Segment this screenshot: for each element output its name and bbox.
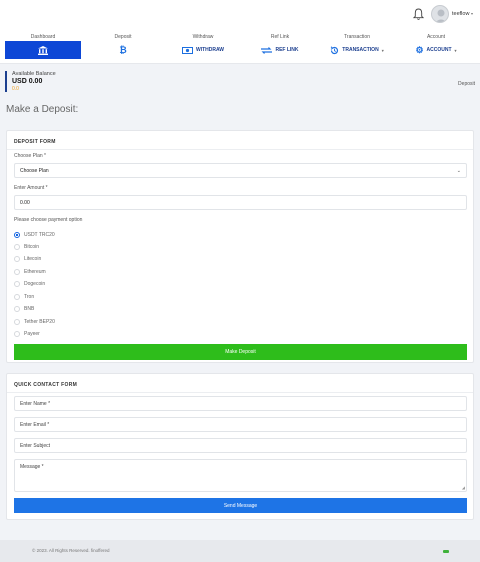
nav-label: ACCOUNT [426, 47, 452, 53]
radio[interactable] [14, 319, 20, 325]
nav-transaction[interactable]: Transaction TRANSACTION ▾ [317, 31, 397, 64]
email-input[interactable]: Enter Email * [14, 417, 467, 432]
name-input[interactable]: Enter Name * [14, 396, 467, 411]
amount-label: Enter Amount * [14, 185, 48, 191]
card-title: DEPOSIT FORM [14, 139, 56, 145]
payment-option[interactable]: Payeer [14, 330, 40, 338]
message-textarea[interactable]: Message * ◢ [14, 459, 467, 492]
money-icon [181, 46, 193, 54]
nav-dashboard-button[interactable] [5, 41, 81, 59]
radio[interactable] [14, 269, 20, 275]
payment-option[interactable]: Litecoin [14, 255, 41, 263]
radio[interactable] [14, 244, 20, 250]
user-menu[interactable]: teeflow ▾ [452, 11, 473, 17]
nav-account[interactable]: Account ⚙ ACCOUNT ▾ [396, 31, 476, 64]
name-placeholder: Enter Name * [20, 400, 51, 407]
payment-option[interactable]: Dogecoin [14, 280, 45, 288]
contact-form-card: QUICK CONTACT FORM Enter Name * Enter Em… [6, 373, 474, 520]
nav-caption: Ref Link [270, 34, 290, 40]
amount-value: 0.00 [20, 199, 30, 206]
nav-ref-link-button[interactable]: REF LINK [242, 41, 318, 59]
payment-option[interactable]: Bitcoin [14, 243, 39, 251]
subject-input[interactable]: Enter Subject [14, 438, 467, 453]
history-icon [330, 45, 339, 54]
chevron-down-icon: ⌄ [456, 168, 461, 174]
nav-label: TRANSACTION [342, 47, 379, 53]
copyright: © 2023. All Rights Reserved. finoffered [32, 548, 110, 553]
option-label: Tron [24, 294, 35, 300]
nav-withdraw[interactable]: Withdraw WITHDRAW [163, 31, 243, 64]
username: teeflow [452, 11, 470, 17]
balance-value: USD 0.00 [12, 78, 43, 85]
payment-option[interactable]: Tether BEP20 [14, 318, 55, 326]
resize-handle-icon[interactable]: ◢ [462, 485, 465, 490]
card-title: QUICK CONTACT FORM [14, 382, 78, 388]
make-deposit-button[interactable]: Make Deposit [14, 344, 467, 360]
transfer-icon [261, 46, 273, 54]
option-label: BNB [24, 306, 35, 312]
nav-caption: Transaction [344, 34, 370, 40]
divider [7, 392, 473, 393]
send-message-button[interactable]: Send Message [14, 498, 467, 513]
avatar[interactable] [431, 5, 449, 23]
payment-option[interactable]: Ethereum [14, 268, 46, 276]
main-nav: Dashboard Deposit ₿ Withdraw WITHDRAW Re… [0, 31, 480, 64]
amount-input[interactable]: 0.00 [14, 195, 467, 210]
email-placeholder: Enter Email * [20, 421, 50, 428]
nav-deposit-button[interactable]: ₿ [85, 41, 161, 59]
nav-label: REF LINK [275, 47, 299, 53]
plan-select[interactable]: Choose Plan ⌄ [14, 163, 467, 178]
radio[interactable] [14, 256, 20, 262]
deposit-form-card: DEPOSIT FORM Choose Plan * Choose Plan ⌄… [6, 130, 474, 363]
gear-icon: ⚙ [415, 44, 424, 55]
user-avatar-icon [435, 9, 447, 22]
nav-label: WITHDRAW [195, 47, 225, 53]
option-label: Tether BEP20 [24, 319, 55, 325]
bitcoin-icon: ₿ [119, 45, 127, 55]
option-label: Payeer [24, 331, 40, 337]
nav-withdraw-button[interactable]: WITHDRAW [165, 41, 241, 59]
option-label: Litecoin [24, 256, 42, 262]
payment-option[interactable]: BNB [14, 305, 34, 313]
nav-deposit[interactable]: Deposit ₿ [83, 31, 163, 64]
chevron-down-icon: ▾ [454, 47, 457, 53]
nav-dashboard[interactable]: Dashboard [3, 31, 83, 64]
status-indicator-icon [443, 550, 449, 553]
radio-selected[interactable] [14, 232, 20, 238]
radio[interactable] [14, 331, 20, 337]
chevron-down-icon: ▾ [470, 11, 473, 16]
nav-ref-link[interactable]: Ref Link REF LINK [240, 31, 320, 64]
payment-label: Please choose payment option [14, 217, 83, 223]
payment-option[interactable]: Tron [14, 293, 34, 301]
balance-label: Available Balance [12, 71, 56, 77]
bell-icon[interactable] [413, 8, 424, 21]
option-label: Bitcoin [24, 244, 40, 250]
top-bar: teeflow ▾ [0, 0, 480, 31]
nav-caption: Account [426, 34, 446, 40]
plan-select-value: Choose Plan [20, 167, 49, 174]
option-label: Dogecoin [24, 281, 46, 287]
chevron-down-icon: ▾ [381, 47, 384, 53]
nav-caption: Withdraw [192, 34, 214, 40]
page-title: Make a Deposit: [6, 104, 79, 115]
plan-label: Choose Plan * [14, 153, 46, 159]
bank-icon [38, 45, 48, 55]
balance-panel: Available Balance USD 0.00 0.0 [5, 71, 56, 92]
nav-caption: Deposit [114, 34, 132, 40]
breadcrumb[interactable]: Deposit [458, 81, 475, 87]
balance-sub: 0.0 [12, 86, 19, 92]
nav-account-button[interactable]: ⚙ ACCOUNT ▾ [398, 41, 474, 59]
nav-caption: Dashboard [30, 34, 56, 40]
option-label: USDT TRC20 [24, 232, 55, 238]
nav-transaction-button[interactable]: TRANSACTION ▾ [319, 41, 395, 59]
footer: © 2023. All Rights Reserved. finoffered [0, 540, 480, 562]
radio[interactable] [14, 281, 20, 287]
payment-option[interactable]: USDT TRC20 [14, 231, 55, 239]
message-placeholder: Message * [20, 464, 44, 470]
radio[interactable] [14, 294, 20, 300]
divider [7, 149, 473, 150]
subject-placeholder: Enter Subject [20, 442, 51, 449]
radio[interactable] [14, 306, 20, 312]
option-label: Ethereum [24, 269, 46, 275]
